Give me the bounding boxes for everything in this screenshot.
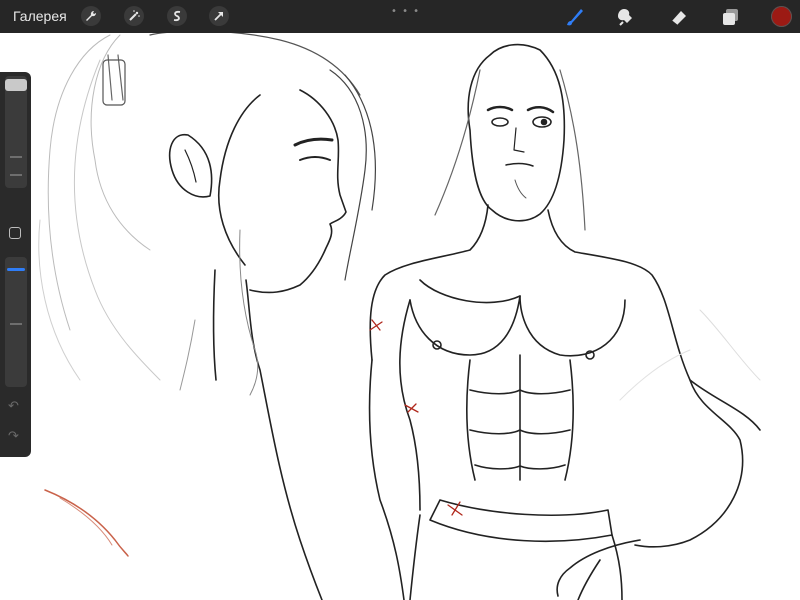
layers-icon[interactable]: [719, 5, 743, 29]
smudge-tool-icon[interactable]: [614, 5, 638, 29]
color-picker-button[interactable]: [771, 6, 792, 27]
redo-icon[interactable]: ↷: [8, 429, 19, 444]
canvas-handle-icon[interactable]: • • •: [391, 6, 420, 17]
brush-tool-icon[interactable]: [562, 5, 586, 29]
opacity-slider[interactable]: [5, 257, 27, 387]
slider-tick: [10, 174, 22, 176]
opacity-thumb[interactable]: [7, 268, 25, 271]
actions-wrench-icon[interactable]: [81, 6, 101, 26]
transform-arrow-icon[interactable]: [209, 6, 229, 26]
undo-icon[interactable]: ↶: [8, 399, 19, 414]
gallery-button[interactable]: Галерея: [13, 8, 67, 24]
brush-size-slider[interactable]: [5, 76, 27, 188]
selection-s-icon[interactable]: [167, 6, 187, 26]
top-toolbar: Галерея • • •: [0, 0, 800, 33]
brush-size-thumb[interactable]: [5, 79, 27, 91]
modify-button[interactable]: [9, 227, 21, 239]
eraser-tool-icon[interactable]: [667, 5, 691, 29]
slider-tick: [10, 156, 22, 158]
left-sidebar: ↶ ↷: [0, 72, 31, 457]
drawing-canvas[interactable]: [0, 33, 800, 600]
slider-tick: [10, 323, 22, 325]
adjustments-magic-wand-icon[interactable]: [124, 6, 144, 26]
